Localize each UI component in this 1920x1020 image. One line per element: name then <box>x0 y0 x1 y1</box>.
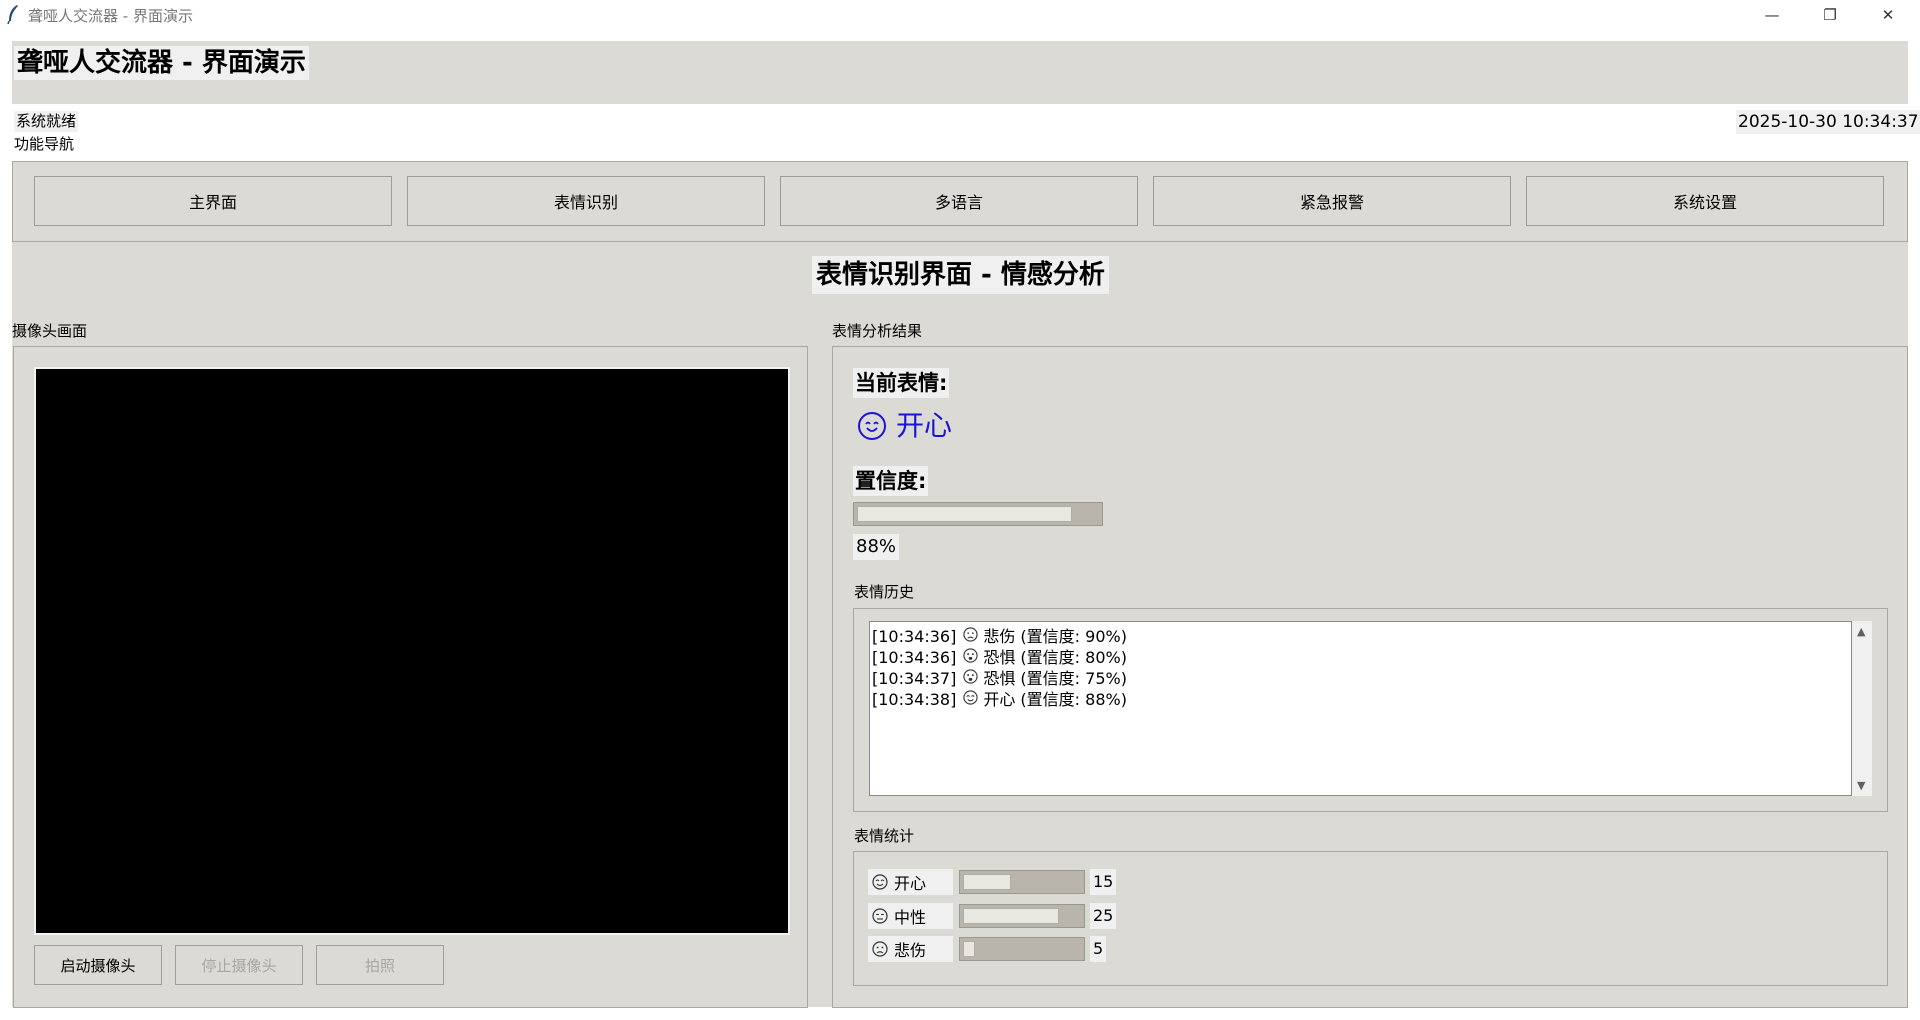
camera-caption: 摄像头画面 <box>12 322 88 340</box>
stat-count-happy: 15 <box>1090 869 1117 895</box>
stat-label-text: 中性 <box>894 908 927 927</box>
stat-label-sad: 悲伤 <box>868 936 953 962</box>
stat-bar-happy <box>959 870 1085 894</box>
status-text: 系统就绪 <box>14 111 79 132</box>
stat-label-text: 开心 <box>894 874 927 893</box>
nav-language-button[interactable]: 多语言 <box>780 176 1138 226</box>
history-time: [10:34:38] <box>872 690 957 709</box>
nav-settings-button[interactable]: 系统设置 <box>1526 176 1884 226</box>
history-text: 恐惧 (置信度: 75%) <box>983 669 1127 688</box>
start-camera-button[interactable]: 启动摄像头 <box>34 945 162 985</box>
nav-emotion-button[interactable]: 表情识别 <box>407 176 765 226</box>
scroll-down-icon[interactable]: ▼ <box>1857 779 1865 792</box>
current-emotion-text: 开心 <box>896 409 953 442</box>
stat-fill-happy <box>963 874 1011 890</box>
history-entry: [10:34:38] 开心 (置信度: 88%) <box>872 689 1849 710</box>
neutral-face-icon <box>872 908 888 924</box>
feather-icon <box>7 5 18 24</box>
minimize-button[interactable]: — <box>1743 0 1801 29</box>
window-title: 聋哑人交流器 - 界面演示 <box>28 7 193 25</box>
stat-count-neutral: 25 <box>1090 903 1117 929</box>
history-caption: 表情历史 <box>854 583 915 601</box>
camera-view <box>34 367 790 935</box>
app-title: 聋哑人交流器 - 界面演示 <box>14 46 309 80</box>
stat-count-sad: 5 <box>1090 936 1107 962</box>
history-time: [10:34:37] <box>872 669 957 688</box>
confidence-progress-fill <box>857 506 1072 522</box>
confidence-progress-bar <box>853 502 1103 526</box>
stat-label-happy: 开心 <box>868 869 953 895</box>
scroll-up-icon[interactable]: ▲ <box>1857 625 1865 638</box>
history-scrollbar[interactable]: ▲ ▼ <box>1852 621 1872 796</box>
history-text: 开心 (置信度: 88%) <box>983 690 1127 709</box>
stat-fill-neutral <box>963 908 1059 924</box>
stat-bar-sad <box>959 937 1085 961</box>
current-emotion-label: 当前表情: <box>853 368 950 398</box>
sad-face-icon <box>963 626 978 647</box>
nav-main-button[interactable]: 主界面 <box>34 176 392 226</box>
screen-title: 表情识别界面 - 情感分析 <box>812 256 1109 294</box>
history-entry: [10:34:36] 恐惧 (置信度: 80%) <box>872 647 1849 668</box>
fear-face-icon <box>963 647 978 668</box>
history-entry: [10:34:37] 恐惧 (置信度: 75%) <box>872 668 1849 689</box>
history-time: [10:34:36] <box>872 627 957 646</box>
happy-face-icon <box>858 412 886 440</box>
history-text: 悲伤 (置信度: 90%) <box>983 627 1127 646</box>
stat-bar-neutral <box>959 904 1085 928</box>
confidence-value: 88% <box>853 534 900 560</box>
result-caption: 表情分析结果 <box>832 322 923 340</box>
nav-caption: 功能导航 <box>14 135 75 153</box>
current-emotion: 开心 <box>858 406 952 446</box>
history-time: [10:34:36] <box>872 648 957 667</box>
history-list[interactable]: [10:34:36] 悲伤 (置信度: 90%) [10:34:36] 恐惧 (… <box>869 621 1852 796</box>
sad-face-icon <box>872 941 888 957</box>
close-button[interactable]: ✕ <box>1859 0 1917 29</box>
window-titlebar: 聋哑人交流器 - 界面演示 — ❐ ✕ <box>0 0 1920 29</box>
fear-face-icon <box>963 668 978 689</box>
take-photo-button[interactable]: 拍照 <box>316 945 444 985</box>
happy-face-icon <box>872 874 888 890</box>
stat-label-text: 悲伤 <box>894 941 927 960</box>
stop-camera-button[interactable]: 停止摄像头 <box>175 945 303 985</box>
happy-face-icon <box>963 689 978 710</box>
stats-caption: 表情统计 <box>854 827 915 845</box>
stat-label-neutral: 中性 <box>868 903 953 929</box>
nav-alarm-button[interactable]: 紧急报警 <box>1153 176 1511 226</box>
restore-button[interactable]: ❐ <box>1801 0 1859 29</box>
history-entry: [10:34:36] 悲伤 (置信度: 90%) <box>872 626 1849 647</box>
datetime-display: 2025-10-30 10:34:37 <box>1736 110 1920 134</box>
stat-fill-sad <box>963 941 975 957</box>
confidence-label: 置信度: <box>853 466 929 496</box>
history-text: 恐惧 (置信度: 80%) <box>983 648 1127 667</box>
